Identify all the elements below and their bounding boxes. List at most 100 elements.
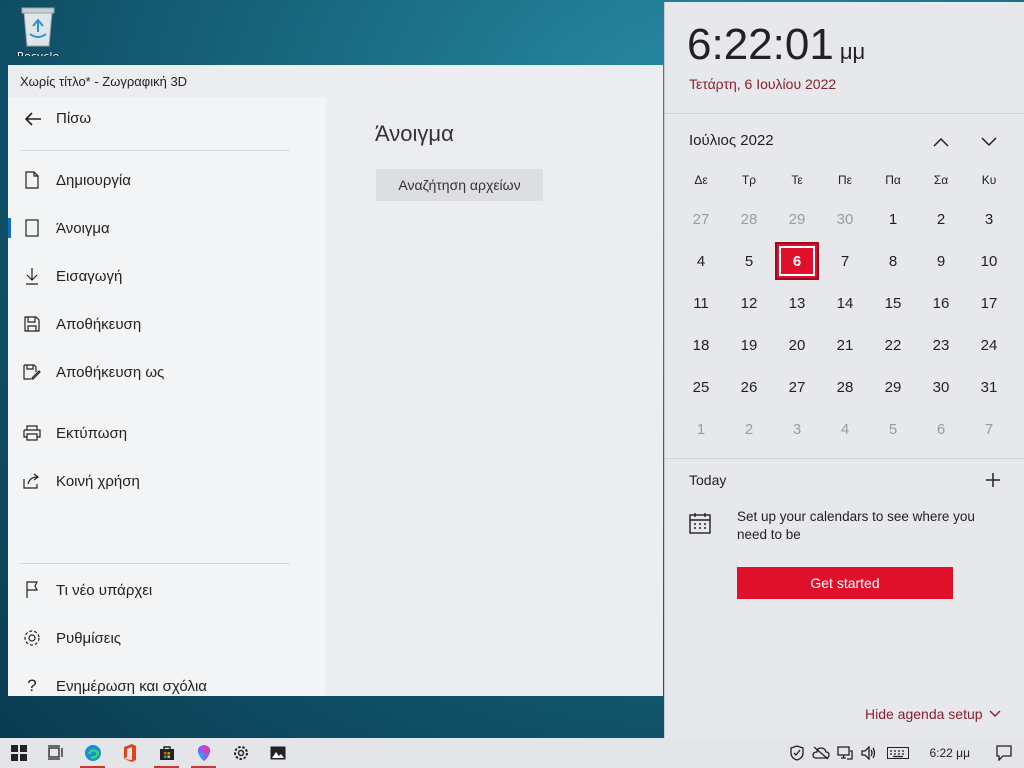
open-folder-icon xyxy=(25,219,39,237)
menu-item-label: Εκτύπωση xyxy=(56,424,128,442)
action-center-button[interactable] xyxy=(984,738,1024,768)
flag-icon xyxy=(26,581,38,598)
calendar-day[interactable]: 15 xyxy=(869,282,917,324)
month-label[interactable]: Ιούλιος 2022 xyxy=(689,132,774,149)
system-tray: 6:22 μμ xyxy=(785,738,1024,768)
menu-item-open[interactable]: Άνοιγμα xyxy=(8,210,326,246)
calendar-day[interactable]: 11 xyxy=(677,282,725,324)
calendar-day[interactable]: 23 xyxy=(917,324,965,366)
calendar-day[interactable]: 25 xyxy=(677,366,725,408)
taskbar-paint3d[interactable] xyxy=(185,738,222,768)
window-title: Χωρίς τίτλο* - Ζωγραφική 3D xyxy=(20,74,188,89)
calendar-day[interactable]: 27 xyxy=(677,198,725,240)
hide-agenda-label: Hide agenda setup xyxy=(865,706,983,722)
menu-item-label: Τι νέο υπάρχει xyxy=(56,581,153,599)
calendar-day[interactable]: 14 xyxy=(821,282,869,324)
menu-item-settings[interactable]: Ρυθμίσεις xyxy=(8,620,326,656)
gear-icon xyxy=(233,746,248,760)
current-date-link[interactable]: Τετάρτη, 6 Ιουλίου 2022 xyxy=(689,76,836,92)
divider xyxy=(665,458,1024,459)
taskbar-clock[interactable]: 6:22 μμ xyxy=(915,746,984,760)
calendar-day[interactable]: 5 xyxy=(869,408,917,450)
calendar-day[interactable]: 2 xyxy=(917,198,965,240)
divider xyxy=(665,113,1024,114)
calendar-day[interactable]: 27 xyxy=(773,366,821,408)
notification-icon xyxy=(996,745,1012,761)
calendar-day[interactable]: 7 xyxy=(965,408,1013,450)
calendar-day[interactable]: 17 xyxy=(965,282,1013,324)
calendar-day[interactable]: 7 xyxy=(821,240,869,282)
calendar-day[interactable]: 18 xyxy=(677,324,725,366)
calendar-day[interactable]: 26 xyxy=(725,366,773,408)
calendar-day[interactable]: 13 xyxy=(773,282,821,324)
menu-item-insert[interactable]: Εισαγωγή xyxy=(8,258,326,294)
calendar-day[interactable]: 8 xyxy=(869,240,917,282)
calendar-day[interactable]: 21 xyxy=(821,324,869,366)
taskbar-office[interactable] xyxy=(111,738,148,768)
get-started-button[interactable]: Get started xyxy=(737,567,953,599)
calendar-day[interactable]: 28 xyxy=(725,198,773,240)
calendar-day[interactable]: 2 xyxy=(725,408,773,450)
tray-volume[interactable] xyxy=(857,738,881,768)
taskbar-settings[interactable] xyxy=(222,738,259,768)
tray-security[interactable] xyxy=(785,738,809,768)
calendar-day[interactable]: 3 xyxy=(773,408,821,450)
calendar-day[interactable]: 30 xyxy=(821,198,869,240)
divider xyxy=(20,150,290,151)
calendar-day[interactable]: 12 xyxy=(725,282,773,324)
calendar-day[interactable]: 31 xyxy=(965,366,1013,408)
calendar-day[interactable]: 20 xyxy=(773,324,821,366)
calendar-day[interactable]: 4 xyxy=(821,408,869,450)
menu-item-label: Ενημέρωση και σχόλια xyxy=(56,677,207,695)
weekday-label: Τε xyxy=(791,173,803,187)
tray-onedrive[interactable] xyxy=(809,738,833,768)
calendar-day[interactable]: 1 xyxy=(677,408,725,450)
weekday-label: Πα xyxy=(885,173,901,187)
recycle-bin-desktop-icon[interactable]: Recycle Bin xyxy=(8,4,68,64)
taskbar-photos[interactable] xyxy=(259,738,296,768)
browse-files-button[interactable]: Αναζήτηση αρχείων xyxy=(376,169,543,201)
calendar-day[interactable]: 22 xyxy=(869,324,917,366)
hide-agenda-setup-link[interactable]: Hide agenda setup xyxy=(865,706,1001,722)
next-month-button[interactable] xyxy=(975,128,1003,156)
calendar-day[interactable]: 29 xyxy=(869,366,917,408)
gear-icon xyxy=(24,630,40,646)
network-icon xyxy=(837,746,854,760)
calendar-day[interactable]: 1 xyxy=(869,198,917,240)
paint3d-window: Χωρίς τίτλο* - Ζωγραφική 3D Πίσω Δημιουρ… xyxy=(8,65,663,696)
calendar-day[interactable]: 6 xyxy=(917,408,965,450)
calendar-day[interactable]: 19 xyxy=(725,324,773,366)
back-button[interactable]: Πίσω xyxy=(24,110,91,127)
menu-item-whats-new[interactable]: Τι νέο υπάρχει xyxy=(8,572,326,608)
menu-item-share[interactable]: Κοινή χρήση xyxy=(8,463,326,499)
calendar-day[interactable]: 3 xyxy=(965,198,1013,240)
menu-item-save[interactable]: Αποθήκευση xyxy=(8,306,326,342)
add-event-button[interactable] xyxy=(983,470,1003,490)
recycle-bin-label: Recycle Bin xyxy=(8,50,68,56)
task-view-button[interactable] xyxy=(37,738,74,768)
calendar-day[interactable]: 4 xyxy=(677,240,725,282)
calendar-day[interactable]: 30 xyxy=(917,366,965,408)
calendar-day[interactable]: 9 xyxy=(917,240,965,282)
calendar-day[interactable]: 28 xyxy=(821,366,869,408)
agenda-setup-message: Set up your calendars to see where you n… xyxy=(737,509,975,542)
back-label: Πίσω xyxy=(56,110,92,127)
menu-item-new[interactable]: Δημιουργία xyxy=(8,162,326,198)
menu-item-print[interactable]: Εκτύπωση xyxy=(8,415,326,451)
tray-keyboard[interactable] xyxy=(881,738,915,768)
calendar-day[interactable]: 16 xyxy=(917,282,965,324)
menu-item-save-as[interactable]: Αποθήκευση ως xyxy=(8,354,326,390)
calendar-day[interactable]: 10 xyxy=(965,240,1013,282)
calendar-day[interactable]: 5 xyxy=(725,240,773,282)
taskbar-edge[interactable] xyxy=(74,738,111,768)
calendar-day[interactable]: 29 xyxy=(773,198,821,240)
share-icon xyxy=(23,473,39,489)
weekday-label: Τρ xyxy=(741,173,757,187)
start-button[interactable] xyxy=(0,738,37,768)
calendar-day[interactable]: 24 xyxy=(965,324,1013,366)
menu-item-feedback[interactable]: ? Ενημέρωση και σχόλια xyxy=(8,668,326,704)
tray-network[interactable] xyxy=(833,738,857,768)
previous-month-button[interactable] xyxy=(927,128,955,156)
taskbar-store[interactable] xyxy=(148,738,185,768)
calendar-day-today[interactable]: 6 xyxy=(773,240,821,282)
